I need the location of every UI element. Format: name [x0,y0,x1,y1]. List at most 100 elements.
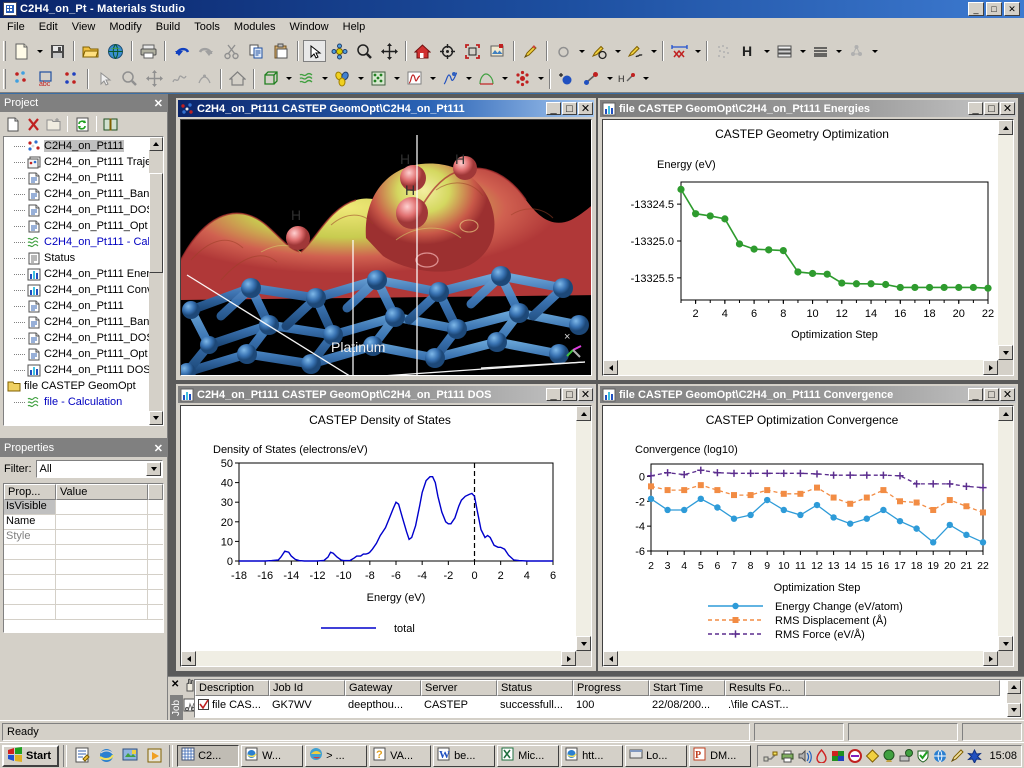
energies-maximize-button[interactable]: □ [984,102,999,115]
convergence-close-button[interactable]: ✕ [1000,388,1015,401]
potential-icon[interactable] [475,68,498,90]
droplet-icon[interactable] [813,748,829,764]
menu-tools[interactable]: Tools [187,19,227,35]
job-table[interactable]: Description Job Id Gateway Server Status… [194,679,1022,718]
atom-color-icon[interactable] [60,68,83,90]
energies-hscrollbar[interactable] [603,360,998,375]
taskbar-button-materials-studio[interactable]: C2... [177,744,240,767]
scroll-down-button[interactable] [1007,703,1021,717]
zoom-icon[interactable] [353,40,376,62]
network-icon[interactable] [898,748,914,764]
ring-icon[interactable] [552,40,575,62]
crystal-build-icon[interactable] [259,68,282,90]
energies-minimize-button[interactable]: _ [968,102,983,115]
printer-icon[interactable] [779,748,795,764]
column-header-description[interactable]: Description [195,680,269,696]
scroll-thumb[interactable] [149,173,163,273]
property-value-cell[interactable] [56,530,148,545]
scroll-up-button[interactable] [998,406,1013,421]
scroll-down-button[interactable] [576,636,591,651]
menu-modules[interactable]: Modules [227,19,283,35]
select-arrow-icon[interactable] [303,40,326,62]
properties-row[interactable] [4,545,163,560]
properties-row[interactable] [4,590,163,605]
calculation-icon[interactable] [295,68,318,90]
dos-close-button[interactable]: ✕ [578,388,593,401]
center-view-icon[interactable] [436,40,459,62]
media-player-icon[interactable] [143,745,165,767]
convergence-hscrollbar[interactable] [603,651,998,666]
energies-vscrollbar[interactable] [998,120,1013,360]
dos-chart-canvas[interactable]: CASTEP Density of States Density of State… [181,406,576,651]
property-value-cell[interactable] [56,590,148,605]
property-value-cell[interactable] [56,500,148,515]
convergence-minimize-button[interactable]: _ [968,388,983,401]
bond-icon[interactable] [580,68,603,90]
tree-item[interactable]: C2H4_on_Pt111 [4,170,163,186]
dos-vscrollbar[interactable] [576,406,591,651]
column-header-server[interactable]: Server [421,680,497,696]
column-header-property[interactable]: Prop... [4,484,56,500]
energies-window[interactable]: file CASTEP GeomOpt\C2H4_on_Pt111 Energi… [598,98,1018,380]
scroll-right-button[interactable] [561,651,576,666]
tree-item[interactable]: C2H4_on_Pt111 Traje [4,154,163,170]
fit-view-icon[interactable] [461,40,484,62]
pen-icon[interactable] [949,748,965,764]
toolbar-grip[interactable] [3,41,6,61]
convergence-chart-canvas[interactable]: CASTEP Optimization Convergence Convergen… [603,406,998,651]
tree-item[interactable]: C2H4_on_Pt111_Ban [4,314,163,330]
rotate-icon[interactable] [328,40,351,62]
property-value-cell[interactable] [56,515,148,530]
start-button[interactable]: Start [2,744,60,767]
job-explorer-close-icon[interactable]: ✕ [171,679,179,690]
properties-table[interactable]: Prop... Value IsVisible Name Style [3,483,164,633]
tree-item[interactable]: file CASTEP GeomOpt [4,378,163,394]
open-folder-icon[interactable] [79,40,102,62]
tree-item[interactable]: C2H4_on_Pt111_DOS [4,330,163,346]
menu-help[interactable]: Help [336,19,373,35]
energies-close-button[interactable]: ✕ [1000,102,1015,115]
layer-dropdown-arrow[interactable] [797,40,808,62]
column-header-status[interactable]: Status [497,680,573,696]
tree-item[interactable]: C2H4_on_Pt111 - Cal [4,234,163,250]
symmetry-icon[interactable] [845,40,868,62]
toolbar-grip[interactable] [3,68,6,89]
dos-maximize-button[interactable]: □ [562,388,577,401]
home-view-icon[interactable] [411,40,434,62]
atomistic-icon[interactable] [511,68,534,90]
dos-minimize-button[interactable]: _ [546,388,561,401]
properties-row[interactable]: IsVisible [4,500,163,515]
taskbar-button-help[interactable]: ? VA... [369,744,432,767]
column-header-job-id[interactable]: Job Id [269,680,345,696]
taskbar-button-explorer-http[interactable]: htt... [561,744,624,767]
taskbar-button-window[interactable]: Lo... [625,744,688,767]
star-icon[interactable] [966,748,982,764]
close-button[interactable]: ✕ [1004,2,1020,16]
lattice-icon[interactable] [367,68,390,90]
properties-row[interactable]: Name [4,515,163,530]
taskbar-button-explorer-w[interactable]: W... [241,744,304,767]
dos-window[interactable]: C2H4_on_Pt111 CASTEP GeomOpt\C2H4_on_Pt1… [176,384,596,671]
convergence-vscrollbar[interactable] [998,406,1013,651]
select-arrow-icon[interactable] [93,68,116,90]
ring-dropdown-arrow[interactable] [576,40,587,62]
project-tree-scrollbar[interactable] [149,137,163,425]
symmetry-dropdown-arrow[interactable] [869,40,880,62]
scroll-down-button[interactable] [149,411,163,425]
add-atom-icon[interactable] [555,68,578,90]
property-value-cell[interactable] [56,605,148,620]
new-project-icon[interactable] [3,114,23,134]
dos-dropdown-arrow[interactable] [463,68,474,90]
dos-icon[interactable] [439,68,462,90]
animate-icon[interactable] [193,68,216,90]
lattice-dropdown-arrow[interactable] [391,68,402,90]
orbital-dropdown-arrow[interactable] [355,68,366,90]
zoom-icon[interactable] [118,68,141,90]
measure-icon[interactable] [668,40,691,62]
home-view-icon[interactable] [226,68,249,90]
tree-item[interactable]: C2H4_on_Pt111 Conv [4,282,163,298]
new-document-icon[interactable] [10,40,33,62]
energies-chart-canvas[interactable]: CASTEP Geometry Optimization Energy (eV) -… [603,120,998,360]
print-icon[interactable] [137,40,160,62]
menu-build[interactable]: Build [149,19,187,35]
